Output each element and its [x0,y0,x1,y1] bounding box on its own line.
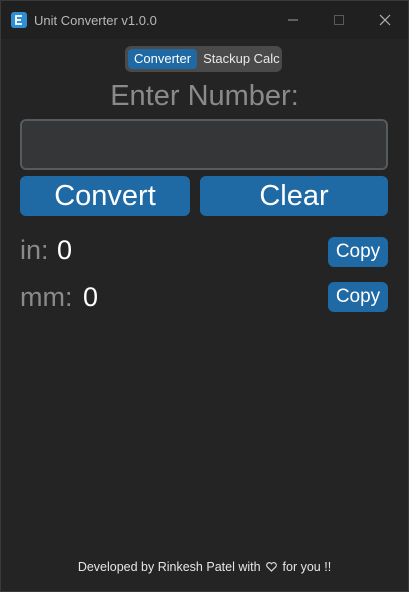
window-controls [270,1,408,39]
copy-inch-button[interactable]: Copy [328,237,388,267]
app-window: Unit Converter v1.0.0 Converter Stackup … [0,0,409,592]
enter-number-heading: Enter Number: [110,80,299,112]
maximize-button[interactable] [316,1,362,39]
number-input[interactable] [20,119,388,170]
heart-icon [266,562,277,572]
tab-stackup-calc[interactable]: Stackup Calc [197,49,286,69]
title-bar[interactable]: Unit Converter v1.0.0 [1,1,408,39]
minimize-icon [288,19,298,21]
window-title: Unit Converter v1.0.0 [34,12,157,28]
footer-suffix: for you !! [282,560,332,574]
footer-credit: Developed by Rinkesh Patel with for you … [1,560,408,574]
inch-label: in: [20,235,49,265]
footer-prefix: Developed by Rinkesh Patel with [77,560,261,574]
clear-button[interactable]: Clear [200,176,388,216]
maximize-icon [334,15,344,25]
copy-mm-button[interactable]: Copy [328,282,388,312]
inch-value: 0 [57,235,73,265]
tab-converter[interactable]: Converter [128,49,198,69]
tab-bar: Converter Stackup Calc [125,46,282,72]
minimize-button[interactable] [270,1,316,39]
close-icon [379,14,391,26]
close-button[interactable] [362,1,408,39]
mm-value: 0 [83,282,99,312]
convert-button[interactable]: Convert [20,176,190,216]
mm-label: mm: [20,282,73,312]
app-icon [11,12,27,28]
